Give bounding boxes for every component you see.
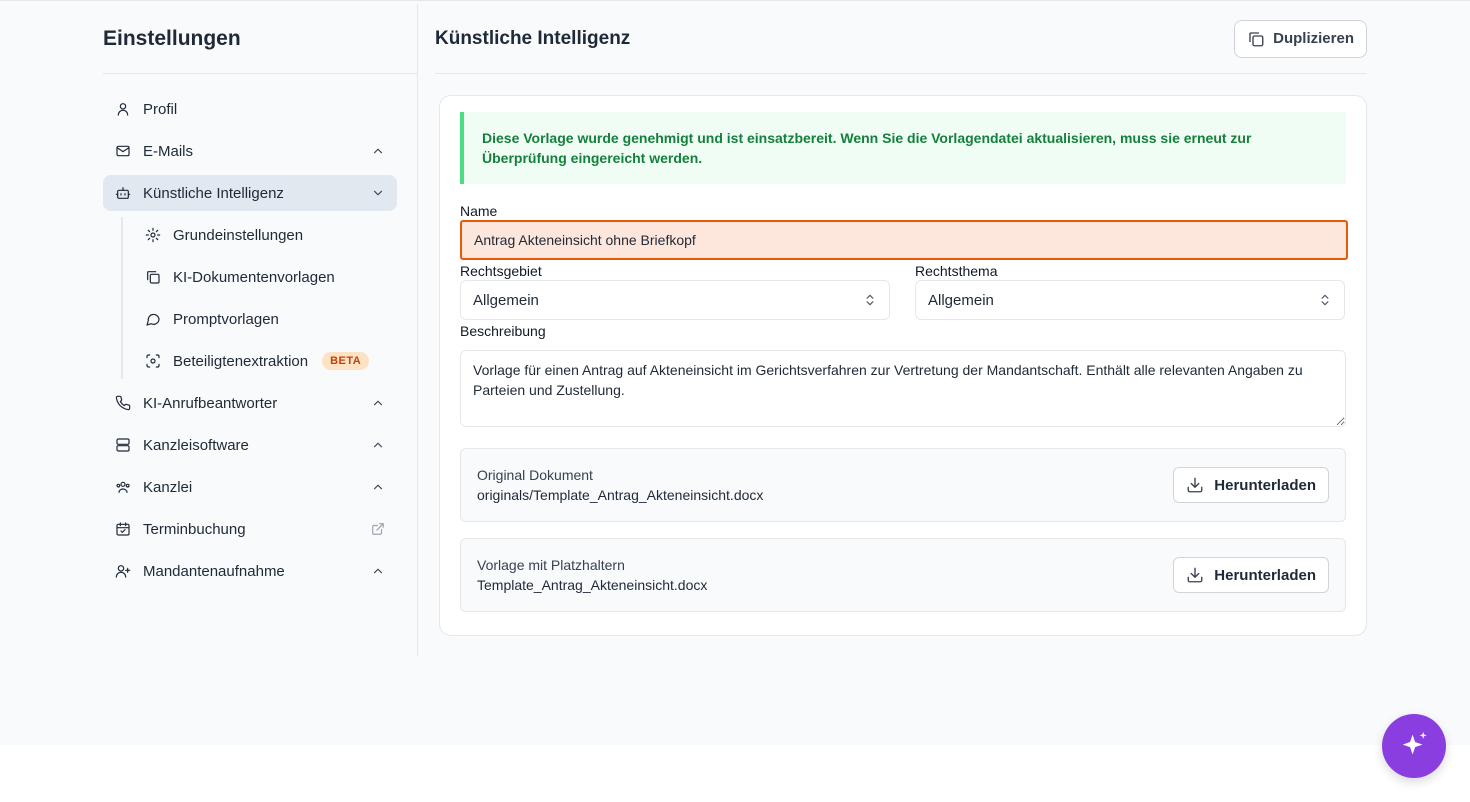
sidebar-item-label: E-Mails bbox=[143, 142, 194, 160]
name-input[interactable] bbox=[460, 220, 1348, 260]
file-title: Original Dokument bbox=[477, 467, 593, 483]
download-button-label: Herunterladen bbox=[1214, 476, 1316, 494]
sidebar-item-label: KI-Anrufbeantworter bbox=[143, 394, 278, 412]
sidebar-item-mandantenaufnahme[interactable]: Mandantenaufnahme bbox=[103, 553, 397, 589]
sparkle-icon bbox=[1402, 731, 1427, 755]
file-path: Template_Antrag_Akteneinsicht.docx bbox=[477, 577, 708, 593]
ai-assistant-button[interactable] bbox=[1382, 714, 1446, 778]
file-path: originals/Template_Antrag_Akteneinsicht.… bbox=[477, 487, 764, 503]
gear-icon bbox=[145, 227, 161, 243]
download-original-button[interactable]: Herunterladen bbox=[1173, 467, 1329, 503]
chevron-up-icon[interactable] bbox=[371, 396, 385, 410]
sidebar-item-label: Profil bbox=[143, 100, 178, 118]
rechtsthema-group: Rechtsthema Allgemein bbox=[915, 260, 1346, 320]
user-icon bbox=[115, 101, 131, 117]
download-icon bbox=[1187, 567, 1203, 583]
approval-alert: Diese Vorlage wurde genehmigt und ist ei… bbox=[460, 112, 1346, 184]
mail-icon bbox=[115, 143, 131, 159]
sidebar-item-label: Grundeinstellungen bbox=[173, 226, 304, 244]
placeholder-template-box: Vorlage mit Platzhaltern Template_Antrag… bbox=[460, 538, 1346, 612]
sidebar-item-label: Mandantenaufnahme bbox=[143, 562, 285, 580]
external-link-icon[interactable] bbox=[371, 522, 385, 536]
rechtsgebiet-select[interactable]: Allgemein bbox=[460, 280, 890, 320]
chevron-up-icon[interactable] bbox=[371, 480, 385, 494]
sidebar-item-grundeinstellungen[interactable]: Grundeinstellungen bbox=[133, 217, 397, 253]
sidebar-item-emails[interactable]: E-Mails bbox=[103, 133, 397, 169]
beschreibung-textarea[interactable]: Vorlage für einen Antrag auf Akteneinsic… bbox=[460, 350, 1346, 427]
sidebar-item-label: Kanzleisoftware bbox=[143, 436, 249, 454]
phone-icon bbox=[115, 395, 131, 411]
rechts-row: Rechtsgebiet Allgemein Rechtsthema Allge… bbox=[460, 260, 1346, 320]
sidebar-item-label: Promptvorlagen bbox=[173, 310, 279, 328]
rechtsthema-value: Allgemein bbox=[928, 291, 994, 309]
rechtsthema-label: Rechtsthema bbox=[915, 263, 998, 279]
chevron-down-icon[interactable] bbox=[371, 186, 385, 200]
rechtsgebiet-label: Rechtsgebiet bbox=[460, 263, 542, 279]
sidebar-item-label: Kanzlei bbox=[143, 478, 193, 496]
chat-bubble-icon bbox=[145, 311, 161, 327]
download-button-label: Herunterladen bbox=[1214, 566, 1316, 584]
download-template-button[interactable]: Herunterladen bbox=[1173, 557, 1329, 593]
chevrons-up-down-icon bbox=[866, 294, 874, 306]
scan-face-icon bbox=[145, 353, 161, 369]
sidebar-item-ki-dokumentenvorlagen[interactable]: KI-Dokumentenvorlagen bbox=[133, 259, 397, 295]
rechtsgebiet-group: Rechtsgebiet Allgemein bbox=[460, 260, 891, 320]
rechtsgebiet-value: Allgemein bbox=[473, 291, 539, 309]
chevron-up-icon[interactable] bbox=[371, 438, 385, 452]
bot-icon bbox=[115, 185, 131, 201]
sidebar-item-label: Terminbuchung bbox=[143, 520, 246, 538]
chevrons-up-down-icon bbox=[1321, 294, 1329, 306]
file-title: Vorlage mit Platzhaltern bbox=[477, 557, 625, 573]
sidebar-item-kuenstliche-intelligenz[interactable]: Künstliche Intelligenz bbox=[103, 175, 397, 211]
sidebar-item-label: Künstliche Intelligenz bbox=[143, 184, 284, 202]
copy-icon bbox=[1249, 31, 1264, 46]
main-content: Künstliche Intelligenz Duplizieren Diese… bbox=[435, 4, 1367, 636]
ki-subnav: Grundeinstellungen KI-Dokumentenvorlagen… bbox=[121, 217, 397, 379]
calendar-check-icon bbox=[115, 521, 131, 537]
rechtsthema-select[interactable]: Allgemein bbox=[915, 280, 1345, 320]
page-title: Künstliche Intelligenz bbox=[435, 27, 631, 49]
duplicate-button-label: Duplizieren bbox=[1273, 30, 1354, 47]
settings-nav: Profil E-Mails Künstliche Intelligenz Gr… bbox=[103, 74, 417, 589]
chevron-up-icon[interactable] bbox=[371, 564, 385, 578]
download-icon bbox=[1187, 477, 1203, 493]
original-document-box: Original Dokument originals/Template_Ant… bbox=[460, 448, 1346, 522]
sidebar-item-kanzlei[interactable]: Kanzlei bbox=[103, 469, 397, 505]
sidebar-item-ki-anrufbeantworter[interactable]: KI-Anrufbeantworter bbox=[103, 385, 397, 421]
sidebar-item-beteiligtenextraktion[interactable]: Beteiligtenextraktion BETA bbox=[133, 343, 397, 379]
original-document-info: Original Dokument originals/Template_Ant… bbox=[477, 465, 763, 505]
template-card: Diese Vorlage wurde genehmigt und ist ei… bbox=[439, 95, 1367, 636]
sidebar-item-kanzleisoftware[interactable]: Kanzleisoftware bbox=[103, 427, 397, 463]
sidebar-item-terminbuchung[interactable]: Terminbuchung bbox=[103, 511, 397, 547]
sidebar-item-promptvorlagen[interactable]: Promptvorlagen bbox=[133, 301, 397, 337]
sidebar-item-label: KI-Dokumentenvorlagen bbox=[173, 268, 335, 286]
sidebar-item-profil[interactable]: Profil bbox=[103, 91, 397, 127]
beta-badge: BETA bbox=[322, 352, 370, 370]
sidebar-title: Einstellungen bbox=[103, 4, 417, 74]
server-icon bbox=[115, 437, 131, 453]
settings-sidebar: Einstellungen Profil E-Mails Künstliche … bbox=[103, 4, 418, 656]
chevron-up-icon[interactable] bbox=[371, 144, 385, 158]
users-icon bbox=[115, 479, 131, 495]
sidebar-item-label: Beteiligtenextraktion bbox=[173, 352, 309, 370]
beschreibung-label: Beschreibung bbox=[460, 323, 546, 339]
copy-icon bbox=[145, 269, 161, 285]
main-header: Künstliche Intelligenz Duplizieren bbox=[435, 4, 1367, 74]
name-label: Name bbox=[460, 203, 498, 219]
user-plus-icon bbox=[115, 563, 131, 579]
duplicate-button[interactable]: Duplizieren bbox=[1234, 19, 1367, 58]
placeholder-template-info: Vorlage mit Platzhaltern Template_Antrag… bbox=[477, 555, 707, 595]
